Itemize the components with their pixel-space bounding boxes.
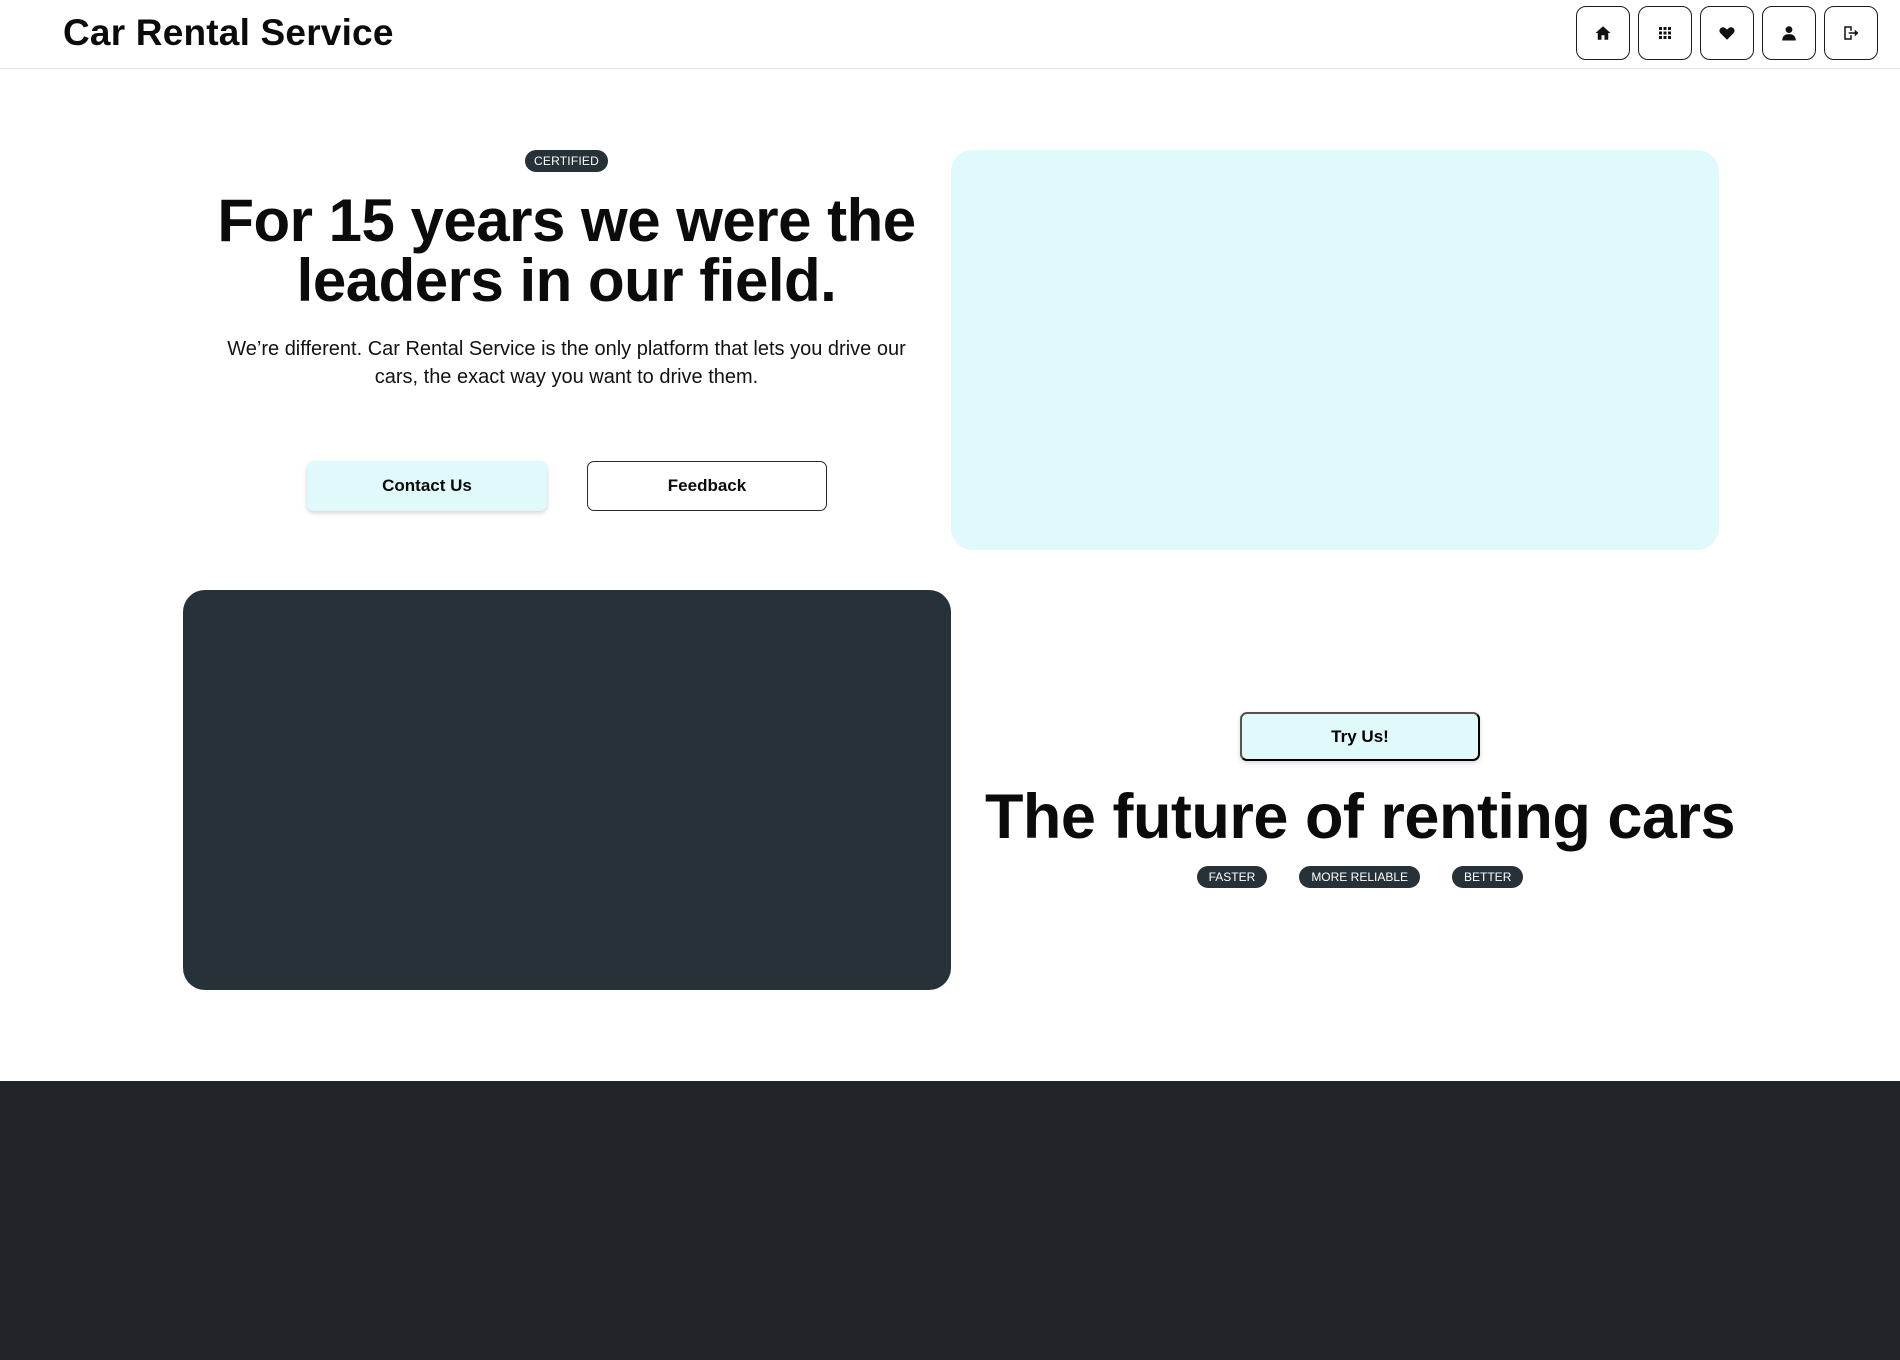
logout-button[interactable] — [1824, 6, 1878, 60]
home-icon — [1595, 26, 1611, 40]
tag-better: Better — [1452, 866, 1524, 888]
certified-badge: Certified — [525, 150, 608, 172]
heart-icon — [1719, 27, 1735, 40]
profile-button[interactable] — [1762, 6, 1816, 60]
feedback-button[interactable]: Feedback — [587, 461, 827, 511]
hero-section: Certified For 15 years we were the leade… — [200, 150, 933, 511]
home-button[interactable] — [1576, 6, 1630, 60]
user-icon — [1782, 26, 1796, 41]
hero-image-panel — [951, 150, 1719, 550]
page: Car Rental Service CERTIFIED For 15 year… — [0, 0, 1900, 1360]
try-us-button[interactable]: Try Us! — [1240, 712, 1480, 761]
hero-title: For 15 years we were the leaders in our … — [217, 187, 916, 314]
site-header: Car Rental Service — [0, 0, 1900, 69]
feature-section: Try Us! The future of renting cars Faste… — [980, 712, 1740, 888]
tag-faster: Faster — [1196, 866, 1268, 888]
feature-image-panel — [183, 590, 951, 990]
tag-more-reliable: More reliable — [1299, 866, 1421, 888]
brand-title[interactable]: Car Rental Service — [63, 12, 394, 54]
catalog-button[interactable] — [1638, 6, 1692, 60]
favorites-button[interactable] — [1700, 6, 1754, 60]
hero-actions: Contact Us Feedback — [307, 461, 827, 511]
hero-description: We’re different. Car Rental Service is t… — [227, 338, 906, 388]
logout-icon — [1844, 26, 1859, 40]
contact-us-button[interactable]: Contact Us — [307, 461, 547, 511]
header-nav — [1576, 6, 1878, 60]
grid-icon — [1659, 27, 1671, 39]
feature-tags: Faster More reliable Better — [980, 866, 1740, 888]
site-footer — [0, 1081, 1900, 1360]
feature-title: The future of renting cars — [984, 782, 1736, 852]
